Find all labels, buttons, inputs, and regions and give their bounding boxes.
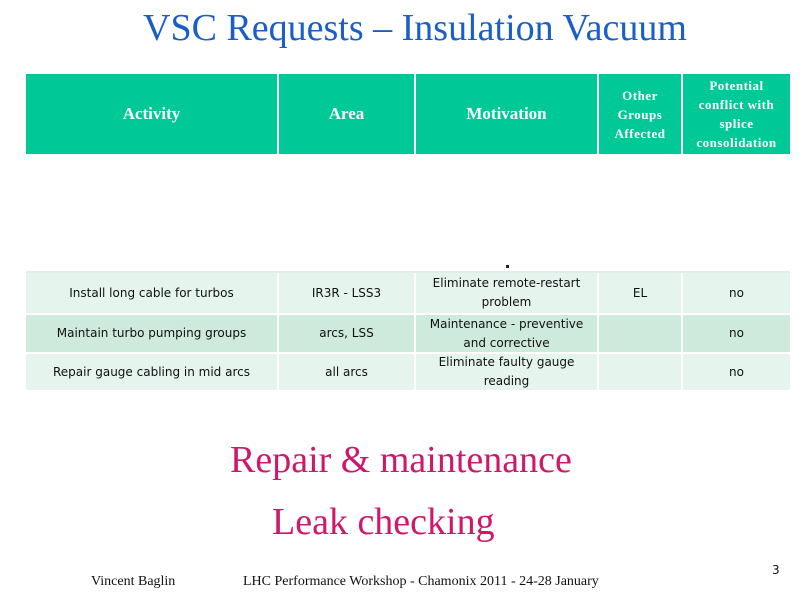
- footer-event: LHC Performance Workshop - Chamonix 2011…: [243, 574, 599, 589]
- header-area: Area: [279, 74, 414, 154]
- header-potential-conflict: Potential conflict with splice consolida…: [683, 74, 790, 154]
- cell-conflict: no: [683, 354, 790, 390]
- header-motivation: Motivation: [416, 74, 597, 154]
- cell-other-groups: [599, 315, 681, 352]
- cell-activity: Install long cable for turbos: [26, 273, 277, 313]
- cell-other-groups: EL: [599, 273, 681, 313]
- cell-conflict: no: [683, 315, 790, 352]
- highlight-leak-checking: Leak checking: [272, 501, 495, 543]
- cell-area: arcs, LSS: [279, 315, 414, 352]
- cell-activity: Repair gauge cabling in mid arcs: [26, 354, 277, 390]
- cell-conflict: no: [683, 273, 790, 313]
- cell-activity: Maintain turbo pumping groups: [26, 315, 277, 352]
- highlight-repair-maintenance: Repair & maintenance: [230, 439, 572, 481]
- cell-other-groups: [599, 354, 681, 390]
- cell-area: all arcs: [279, 354, 414, 390]
- header-other-groups: Other Groups Affected: [599, 74, 681, 154]
- cell-motivation: Eliminate remote-restart problem: [416, 273, 597, 313]
- cell-motivation: Maintenance - preventive and corrective: [416, 315, 597, 352]
- text-fragment: [506, 265, 509, 268]
- cell-motivation: Eliminate faulty gauge reading: [416, 354, 597, 390]
- slide-title: VSC Requests – Insulation Vacuum: [143, 7, 687, 49]
- cell-area: IR3R - LSS3: [279, 273, 414, 313]
- header-activity: Activity: [26, 74, 277, 154]
- footer-author: Vincent Baglin: [91, 574, 176, 589]
- page-number: 3: [772, 563, 780, 577]
